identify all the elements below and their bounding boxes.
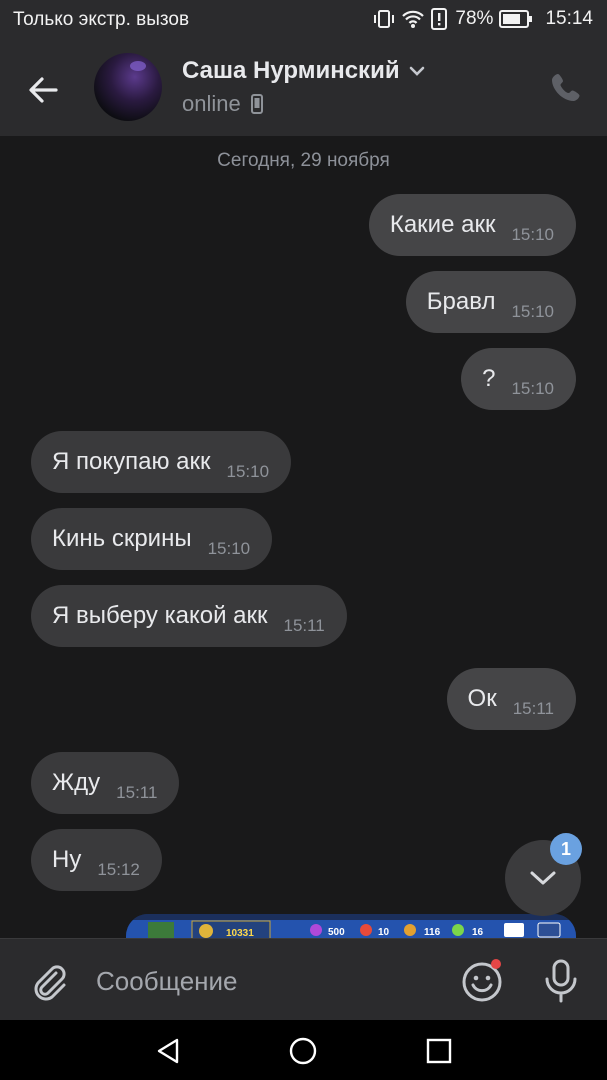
message-bubble-outgoing[interactable]: Какие акк 15:10 [368,194,576,256]
nav-home-button[interactable] [288,1036,318,1066]
contact-name[interactable]: Саша Нурминский [182,57,426,85]
message-text: Ок [467,685,497,712]
message-time: 15:10 [511,225,554,244]
battery-percent: 78% [455,8,494,29]
system-nav-bar [0,1020,607,1080]
message-input[interactable] [96,959,436,1003]
paperclip-icon [34,965,66,1001]
message-text: ? [482,365,496,392]
square-recents-icon [426,1038,452,1064]
message-time: 15:11 [116,783,158,802]
microphone-icon [545,959,577,1003]
message-time: 15:10 [207,539,251,558]
message-time: 15:11 [512,699,554,718]
status-bar: Только экстр. вызов 78% 15:14 [0,0,607,40]
chat-header: Саша Нурминский online [0,40,607,136]
attach-button[interactable] [28,961,68,1001]
message-time: 15:10 [511,379,554,398]
nav-back-button[interactable] [153,1036,183,1066]
vibrate-icon [374,10,395,28]
message-text: Бравл [426,288,496,315]
contact-name-text: Саша Нурминский [182,57,400,84]
message-text: Я выберу какой акк [52,602,268,629]
message-bubble-incoming[interactable]: Я выберу какой акк 15:11 [31,585,347,647]
notification-dot [491,959,501,969]
gems-count: 500 [328,927,345,938]
star-points-count: 16 [472,927,484,938]
battery-icon [499,10,533,28]
carrier-text: Только экстр. вызов [13,9,190,30]
tickets-count: 10 [378,927,390,938]
message-composer [0,938,607,1020]
message-bubble-incoming[interactable]: Кинь скрины 15:10 [31,508,273,570]
arrow-left-icon [29,77,58,103]
message-time: 15:12 [97,860,140,879]
phone-icon [552,74,580,101]
message-time: 15:11 [283,616,325,635]
message-text: Жду [52,769,101,796]
status-icons: 78% 15:14 [373,8,593,30]
vk-chat-screen: Только экстр. вызов 78% 15:14 Саша Нурми… [0,0,607,1080]
message-bubble-outgoing[interactable]: ? 15:10 [461,348,576,410]
contact-avatar[interactable] [94,53,162,121]
date-separator: Сегодня, 29 ноября [217,150,390,171]
presence-text: online [182,91,241,116]
status-time: 15:14 [545,8,593,29]
nav-recents-button[interactable] [424,1036,454,1066]
message-bubble-incoming[interactable]: Жду 15:11 [31,752,180,814]
chevron-down-icon [530,871,556,885]
message-time: 15:10 [511,302,554,321]
triangle-back-icon [157,1038,179,1064]
message-list[interactable]: Сегодня, 29 ноября Какие акк 15:10 Бравл… [0,136,607,964]
alert-sim-icon [431,8,448,30]
call-button[interactable] [549,70,583,104]
voice-message-button[interactable] [541,957,581,1005]
message-bubble-incoming[interactable]: Я покупаю акк 15:10 [31,431,292,493]
wifi-icon [402,10,425,28]
message-time: 15:10 [226,462,270,481]
contact-title[interactable]: Саша Нурминский online [182,57,426,117]
message-text: Я покупаю акк [52,448,211,475]
circle-home-icon [289,1037,317,1065]
unread-count-badge: 1 [550,833,582,865]
presence-status: online [182,91,426,117]
chevron-down-icon [409,66,424,76]
message-bubble-incoming[interactable]: Ну 15:12 [31,829,162,891]
message-text: Какие акк [389,211,496,238]
coins-count: 116 [424,927,441,938]
message-bubble-outgoing[interactable]: Бравл 15:10 [405,271,576,333]
mobile-device-icon [250,94,263,114]
message-text: Ну [52,846,82,873]
back-button[interactable] [22,68,66,112]
message-bubble-outgoing[interactable]: Ок 15:11 [446,668,576,730]
message-text: Кинь скрины [52,525,192,552]
